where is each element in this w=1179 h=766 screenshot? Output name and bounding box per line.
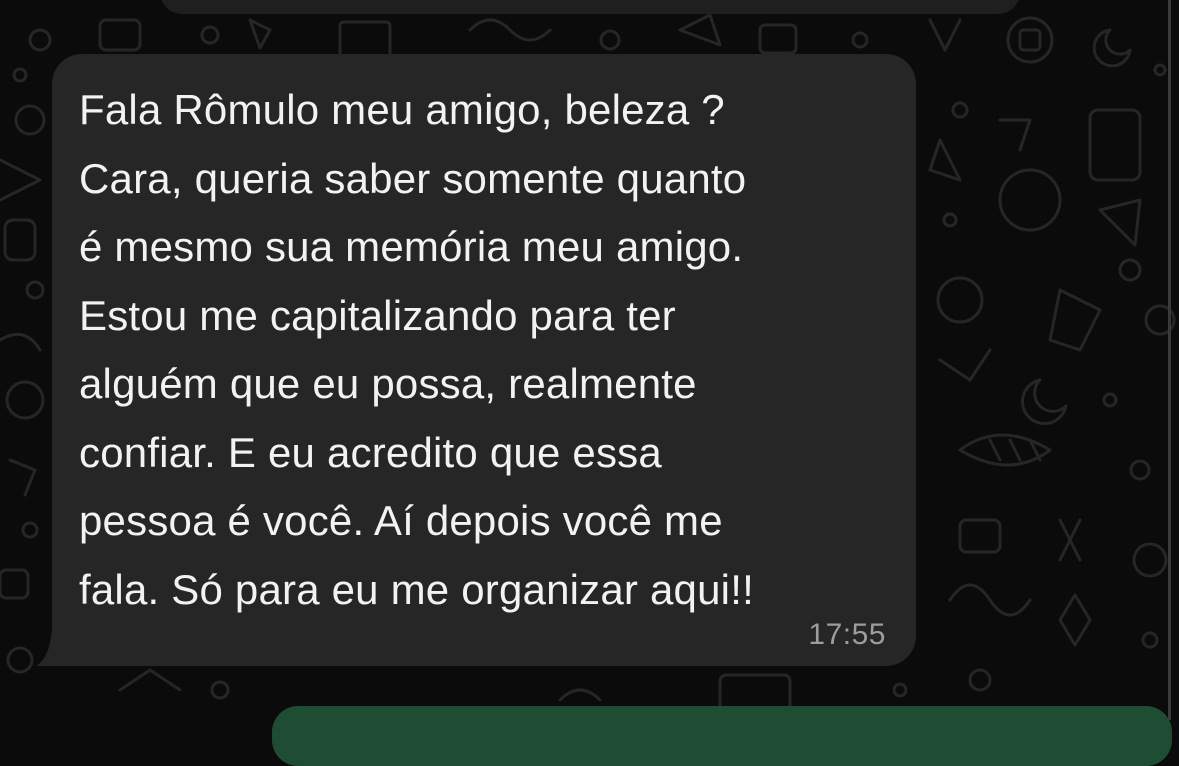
- message-line: alguém que eu possa, realmente: [79, 360, 697, 407]
- message-line: fala. Só para eu me organizar aqui!!: [79, 565, 754, 613]
- incoming-message-bubble[interactable]: Fala Rômulo meu amigo, beleza ? Cara, qu…: [52, 54, 916, 666]
- message-line: é mesmo sua memória meu amigo.: [79, 223, 744, 270]
- outgoing-message-bubble: [272, 706, 1172, 766]
- screen-edge-divider: [1168, 0, 1171, 720]
- message-timestamp: 17:55: [808, 618, 886, 651]
- message-text: Fala Rômulo meu amigo, beleza ? Cara, qu…: [79, 76, 899, 624]
- previous-message-bubble: [160, 0, 1020, 14]
- message-line: confiar. E eu acredito que essa: [79, 428, 662, 476]
- message-line: pessoa é você. Aí depois você me: [79, 497, 723, 544]
- message-line: Estou me capitalizando para ter: [79, 291, 676, 339]
- message-line: Fala Rômulo meu amigo, beleza ?: [79, 86, 725, 133]
- message-line: Cara, queria saber somente quanto: [79, 154, 747, 202]
